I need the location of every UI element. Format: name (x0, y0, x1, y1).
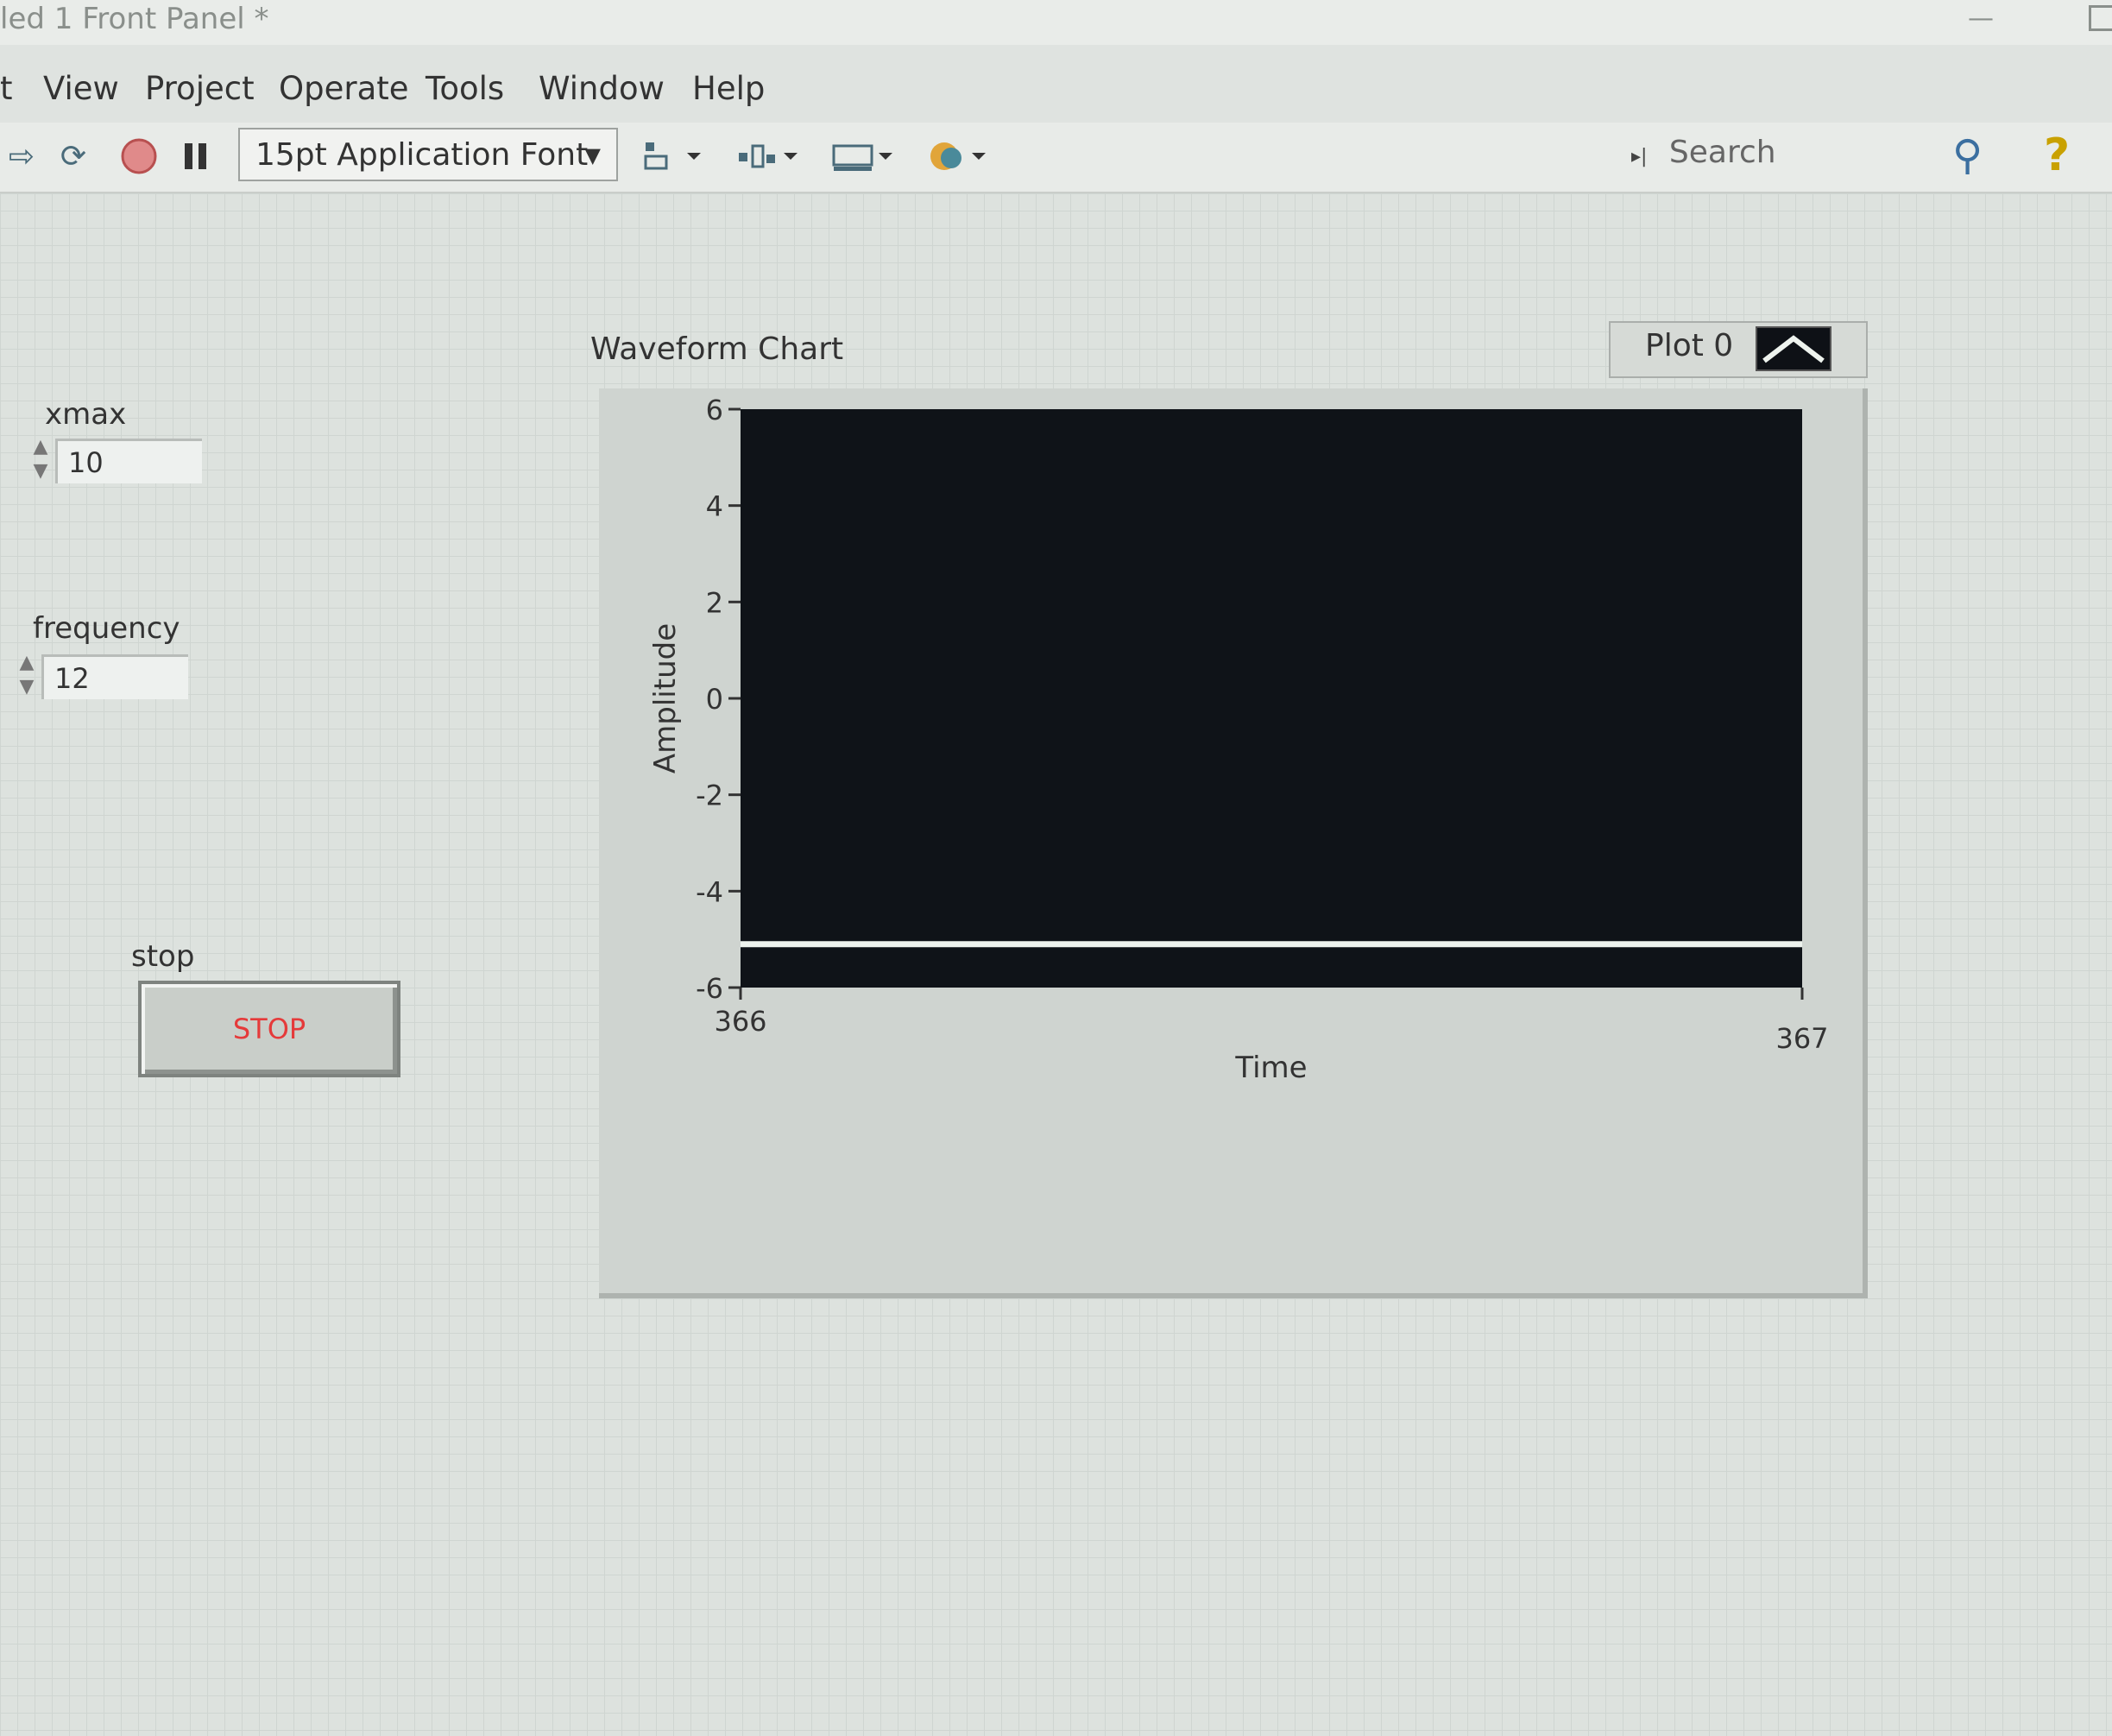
plot-legend[interactable]: Plot 0 (1609, 321, 1868, 378)
spin-arrows-icon[interactable]: ▲ ▼ (12, 651, 41, 703)
y-tick-label: -6 (696, 972, 723, 1005)
search-arrow-icon: ▸| (1631, 146, 1648, 167)
menu-view[interactable]: View (43, 62, 119, 116)
plot-line-icon (1756, 326, 1831, 371)
maximize-icon[interactable] (2089, 5, 2112, 31)
run-arrow-icon[interactable]: ⇨ (0, 135, 43, 178)
abort-execution-icon[interactable] (117, 135, 161, 178)
y-tick-label: 6 (706, 394, 723, 426)
x-tick-label: 367 (1775, 1022, 1828, 1055)
y-tick-label: 4 (706, 490, 723, 523)
chart-title: Waveform Chart (590, 331, 844, 367)
search-icon[interactable]: ⚲ (1952, 131, 1983, 180)
menu-edit[interactable]: t (0, 62, 13, 116)
menu-window[interactable]: Window (539, 62, 665, 116)
minimize-icon[interactable]: — (1968, 0, 1994, 38)
spin-arrows-icon[interactable]: ▲ ▼ (26, 435, 55, 487)
y-tick-label: 0 (706, 683, 723, 716)
y-tick-label: -2 (696, 780, 723, 812)
y-tick-label: -4 (696, 875, 723, 908)
search-placeholder: Search (1668, 135, 1776, 170)
stop-button[interactable]: STOP (138, 981, 400, 1077)
chevron-down-icon: ▼ (584, 143, 601, 167)
x-axis-title: Time (1234, 1051, 1307, 1085)
distribute-objects-icon[interactable] (734, 135, 803, 178)
title-bar: led 1 Front Panel * — (0, 0, 2112, 45)
stop-label: stop (131, 939, 195, 974)
waveform-chart: 6 4 2 0 -2 -4 -6 366 367 Amplitude Time (599, 388, 1868, 1298)
legend-series-name: Plot 0 (1645, 328, 1734, 363)
menu-help[interactable]: Help (692, 62, 765, 116)
font-selector[interactable]: 15pt Application Font ▼ (238, 128, 618, 181)
menu-operate[interactable]: Operate (279, 62, 409, 116)
chart-svg: 6 4 2 0 -2 -4 -6366 367 Amplitude Time (648, 394, 1829, 1085)
toolbar: ⇨ ⟳ 15pt Application Font ▼ ▸| Search ⚲ … (0, 123, 2112, 194)
plot-area (741, 409, 1802, 988)
frequency-field[interactable]: 12 (41, 654, 188, 699)
pause-icon[interactable] (174, 135, 218, 178)
help-icon[interactable]: ? (2044, 129, 2070, 181)
menu-bar: t View Project Operate Tools Window Help (0, 62, 2112, 116)
resize-objects-icon[interactable] (829, 135, 898, 178)
xmax-label: xmax (45, 397, 127, 432)
run-continuously-icon[interactable]: ⟳ (52, 135, 95, 178)
align-objects-icon[interactable] (639, 135, 708, 178)
reorder-icon[interactable] (924, 135, 993, 178)
x-tick-label: 366 (714, 1005, 766, 1038)
frequency-label: frequency (33, 611, 180, 646)
menu-tools[interactable]: Tools (426, 62, 504, 116)
y-axis-title: Amplitude (648, 623, 683, 773)
menu-project[interactable]: Project (145, 62, 255, 116)
y-tick-label: 2 (706, 586, 723, 619)
font-selector-value: 15pt Application Font (255, 137, 589, 173)
window-title: led 1 Front Panel * (0, 2, 269, 36)
xmax-field[interactable]: 10 (55, 439, 202, 483)
front-panel: xmax ▲ ▼ 10 frequency ▲ ▼ 12 stop STOP Wav… (0, 193, 2112, 1736)
search-input[interactable]: ▸| Search (1631, 135, 1776, 170)
